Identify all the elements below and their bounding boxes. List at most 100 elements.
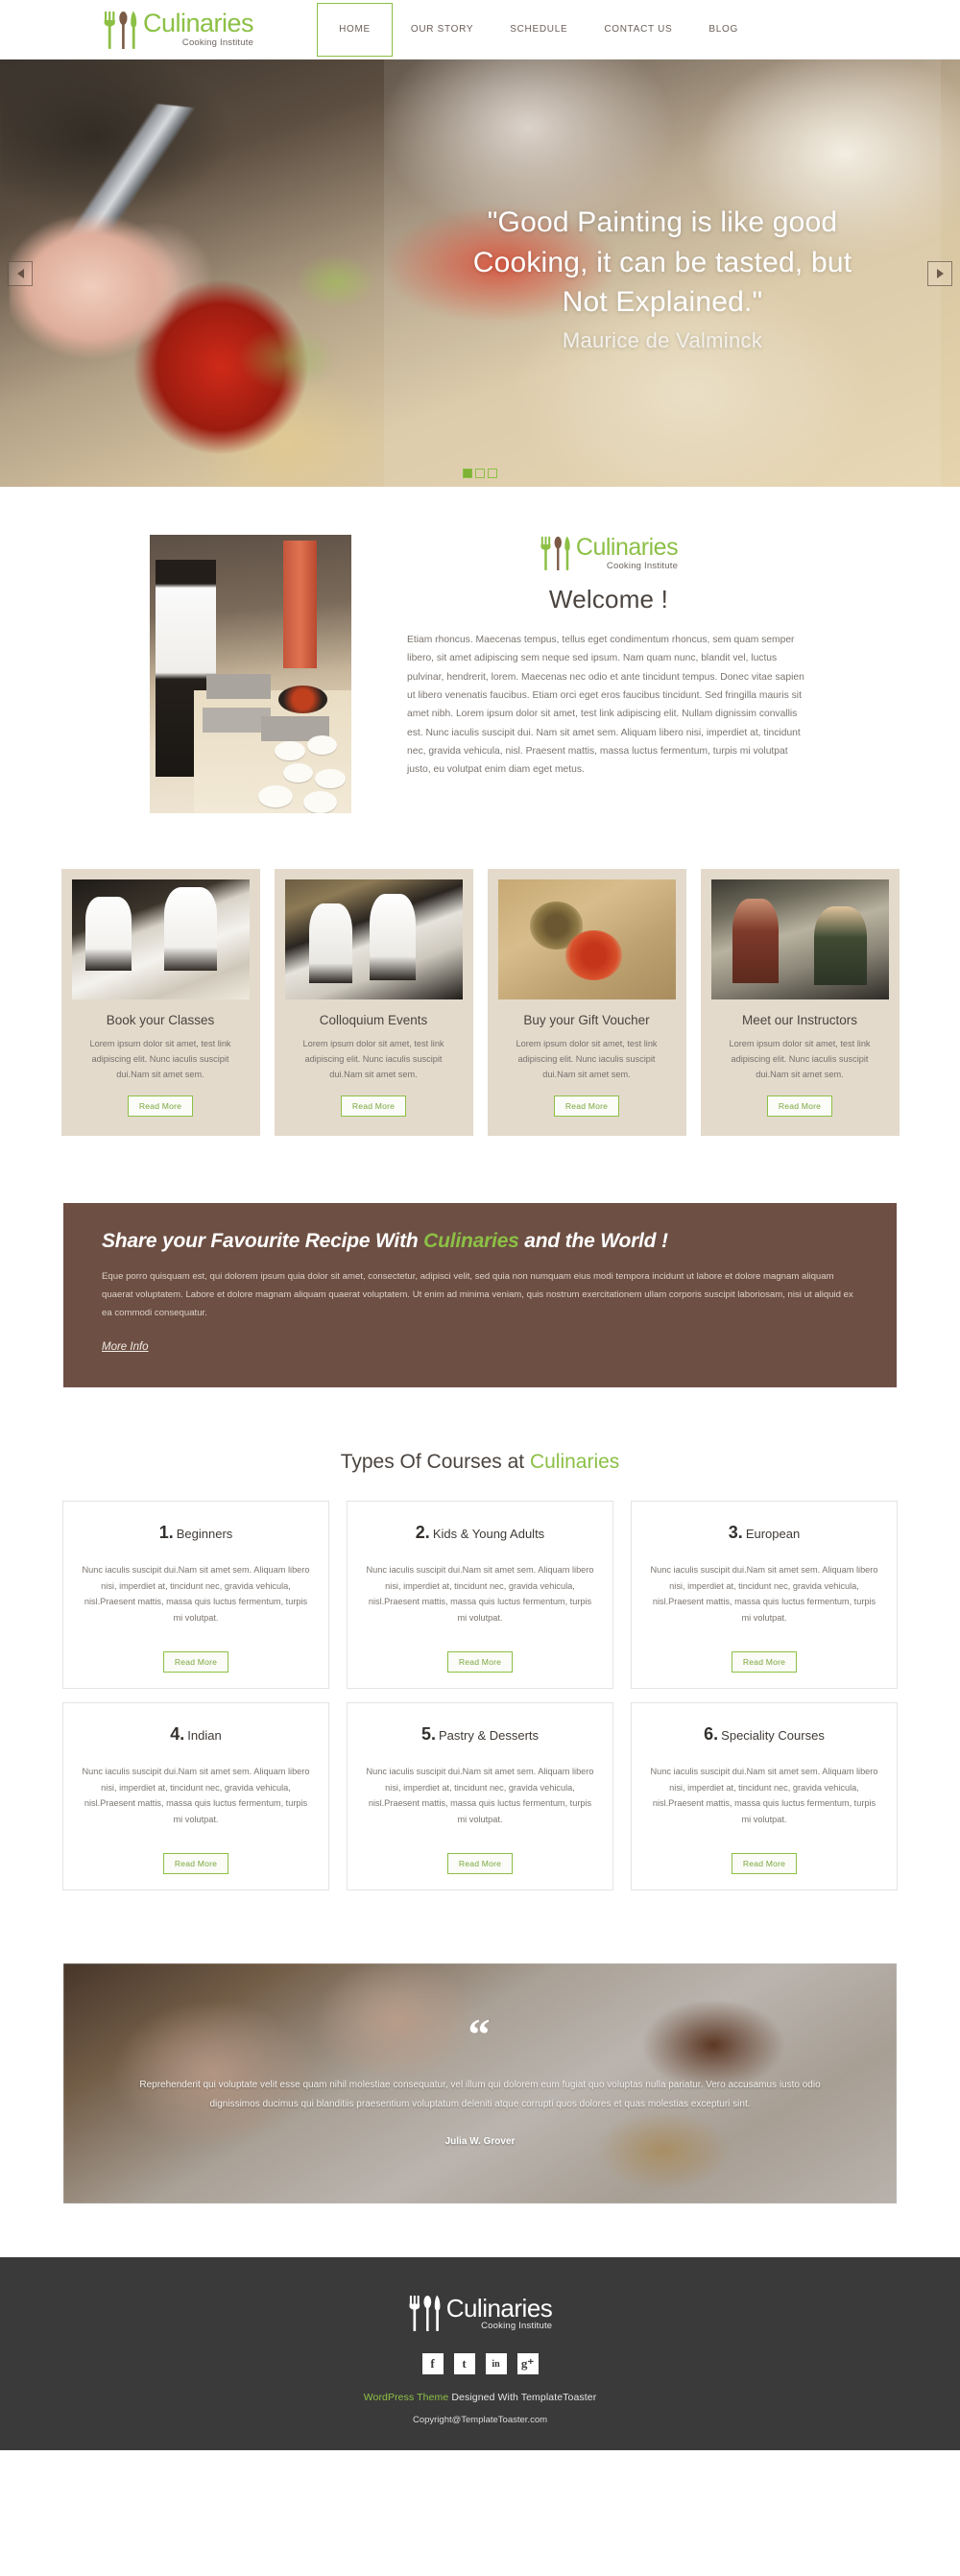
nav-item-home[interactable]: HOME <box>317 2 393 57</box>
slider-prev-button[interactable] <box>8 260 33 286</box>
site-footer: Culinaries Cooking Institute f t in g⁺ W… <box>0 2257 960 2451</box>
course-name: Indian <box>187 1728 222 1744</box>
service-card-book-your-classes[interactable]: Book your Classes Lorem ipsum dolor sit … <box>60 869 260 1137</box>
googleplus-icon[interactable]: g⁺ <box>516 2353 539 2375</box>
hand-decoration <box>10 213 192 376</box>
slider-dot-3[interactable] <box>488 469 497 478</box>
course-card-description: Nunc iaculis suscipit dui.Nam sit amet s… <box>82 1767 310 1824</box>
course-card-title: 2. Kids & Young Adults <box>416 1523 544 1543</box>
utensils-logo-icon <box>409 2295 441 2332</box>
footer-logo-wordmark: Culinaries <box>445 2293 553 2323</box>
nav-item-our-story[interactable]: OUR STORY <box>393 0 492 60</box>
service-card-image <box>71 879 250 999</box>
welcome-logo-wordmark: Culinaries <box>575 534 679 561</box>
nav-item-contact-us[interactable]: CONTACT US <box>586 0 690 60</box>
recipe-title-highlight: Culinaries <box>423 1230 519 1253</box>
service-read-more-button[interactable]: Read More <box>553 1095 620 1118</box>
course-card-kids-young-adults[interactable]: 2. Kids & Young Adults Nunc iaculis susci… <box>347 1501 613 1690</box>
testimonial-section: “ Reprehenderit qui voluptate velit esse… <box>0 1963 960 2257</box>
welcome-section: Culinaries Cooking Institute Welcome ! E… <box>0 487 960 869</box>
service-card-title: Book your Classes <box>106 1013 215 1027</box>
service-card-image <box>284 879 463 999</box>
course-number: 3. <box>728 1523 743 1543</box>
course-card-pastry-desserts[interactable]: 5. Pastry & Desserts Nunc iaculis suscipi… <box>347 1702 613 1891</box>
facebook-icon[interactable]: f <box>421 2353 444 2375</box>
course-read-more-button[interactable]: Read More <box>162 1853 229 1875</box>
service-read-more-button[interactable]: Read More <box>127 1095 194 1118</box>
site-logo[interactable]: Culinaries Cooking Institute <box>103 9 254 50</box>
course-card-beginners[interactable]: 1. Beginners Nunc iaculis suscipit dui.Na… <box>62 1501 329 1690</box>
course-number: 6. <box>704 1724 719 1745</box>
welcome-content: Culinaries Cooking Institute Welcome ! E… <box>407 535 810 780</box>
course-card-title: 6. Speciality Courses <box>704 1724 825 1745</box>
testimonial-text: Reprehenderit qui voluptate velit esse q… <box>139 2080 821 2109</box>
hero-slider: "Good Painting is like good Cooking, it … <box>0 60 960 487</box>
welcome-body-text: Etiam rhoncus. Maecenas tempus, tellus e… <box>407 635 804 776</box>
course-card-description: Nunc iaculis suscipit dui.Nam sit amet s… <box>650 1767 878 1824</box>
course-read-more-button[interactable]: Read More <box>446 1651 514 1673</box>
course-number: 4. <box>170 1724 185 1745</box>
courses-heading: Types Of Courses at Culinaries <box>0 1451 960 1474</box>
testimonial-author: Julia W. Grover <box>444 2136 516 2148</box>
slider-dot-2[interactable] <box>475 469 485 478</box>
service-card-title: Buy your Gift Voucher <box>523 1013 650 1027</box>
course-read-more-button[interactable]: Read More <box>731 1853 798 1875</box>
courses-heading-highlight: Culinaries <box>529 1451 620 1474</box>
course-name: Speciality Courses <box>721 1728 825 1744</box>
service-card-title: Meet our Instructors <box>741 1013 858 1027</box>
course-card-title: 5. Pastry & Desserts <box>421 1724 539 1745</box>
recipe-banner-title: Share your Favourite Recipe With Culinar… <box>102 1230 858 1253</box>
footer-credit-highlight[interactable]: WordPress Theme <box>364 2392 449 2403</box>
service-card-description: Lorem ipsum dolor sit amet, test link ad… <box>729 1039 871 1080</box>
hero-quote-text: "Good Painting is like good Cooking, it … <box>472 206 852 319</box>
course-number: 5. <box>420 1724 436 1745</box>
hero-caption: "Good Painting is like good Cooking, it … <box>384 60 941 487</box>
course-read-more-button[interactable]: Read More <box>731 1651 798 1673</box>
course-card-speciality-courses[interactable]: 6. Speciality Courses Nunc iaculis suscip… <box>631 1702 898 1891</box>
linkedin-icon[interactable]: in <box>485 2353 507 2375</box>
course-read-more-button[interactable]: Read More <box>446 1853 514 1875</box>
welcome-logo: Culinaries Cooking Institute <box>407 535 810 571</box>
course-card-description: Nunc iaculis suscipit dui.Nam sit amet s… <box>366 1767 594 1824</box>
service-read-more-button[interactable]: Read More <box>340 1095 407 1118</box>
course-card-title: 3. European <box>729 1523 800 1543</box>
welcome-logo-tagline: Cooking Institute <box>606 560 679 571</box>
utensils-logo-icon <box>540 536 570 570</box>
footer-logo-tagline: Cooking Institute <box>481 2321 553 2332</box>
course-name: Pastry & Desserts <box>438 1728 540 1744</box>
welcome-photo <box>150 535 351 813</box>
course-read-more-button[interactable]: Read More <box>162 1651 229 1673</box>
recipe-more-info-link[interactable]: More Info <box>102 1341 149 1353</box>
recipe-title-pre: Share your Favourite Recipe With <box>102 1230 424 1253</box>
logo-wordmark: Culinaries <box>143 9 254 38</box>
logo-tagline: Cooking Institute <box>181 37 254 49</box>
quote-mark-icon: “ <box>468 2009 492 2058</box>
twitter-icon[interactable]: t <box>453 2353 475 2375</box>
course-card-indian[interactable]: 4. Indian Nunc iaculis suscipit dui.Nam s… <box>62 1702 329 1891</box>
slider-next-button[interactable] <box>927 260 952 286</box>
service-card-description: Lorem ipsum dolor sit amet, test link ad… <box>516 1039 658 1080</box>
course-card-european[interactable]: 3. European Nunc iaculis suscipit dui.Nam… <box>631 1501 898 1690</box>
welcome-title: Welcome ! <box>548 585 669 614</box>
course-number: 1. <box>158 1523 174 1543</box>
service-card-colloquium-events[interactable]: Colloquium Events Lorem ipsum dolor sit … <box>274 869 473 1137</box>
slider-dot-1[interactable] <box>463 469 472 478</box>
nav-item-schedule[interactable]: SCHEDULE <box>492 0 586 60</box>
course-card-description: Nunc iaculis suscipit dui.Nam sit amet s… <box>366 1565 594 1623</box>
service-card-description: Lorem ipsum dolor sit amet, test link ad… <box>302 1039 444 1080</box>
nav-item-blog[interactable]: BLOG <box>690 0 756 60</box>
course-card-title: 4. Indian <box>170 1724 221 1745</box>
course-name: Kids & Young Adults <box>432 1527 545 1542</box>
arrow-right-icon <box>936 268 944 278</box>
course-name: Beginners <box>176 1527 233 1542</box>
primary-navigation: HOME OUR STORY SCHEDULE CONTACT US BLOG <box>317 0 756 60</box>
courses-heading-pre: Types Of Courses at <box>340 1451 530 1474</box>
service-read-more-button[interactable]: Read More <box>766 1095 833 1118</box>
courses-grid: 1. Beginners Nunc iaculis suscipit dui.Na… <box>0 1501 960 1963</box>
course-name: European <box>745 1527 801 1542</box>
footer-logo[interactable]: Culinaries Cooking Institute <box>408 2294 553 2332</box>
course-card-description: Nunc iaculis suscipit dui.Nam sit amet s… <box>82 1565 310 1623</box>
service-card-meet-our-instructors[interactable]: Meet our Instructors Lorem ipsum dolor s… <box>700 869 900 1137</box>
service-card-description: Lorem ipsum dolor sit amet, test link ad… <box>89 1039 231 1080</box>
service-card-buy-your-gift-voucher[interactable]: Buy your Gift Voucher Lorem ipsum dolor … <box>487 869 686 1137</box>
